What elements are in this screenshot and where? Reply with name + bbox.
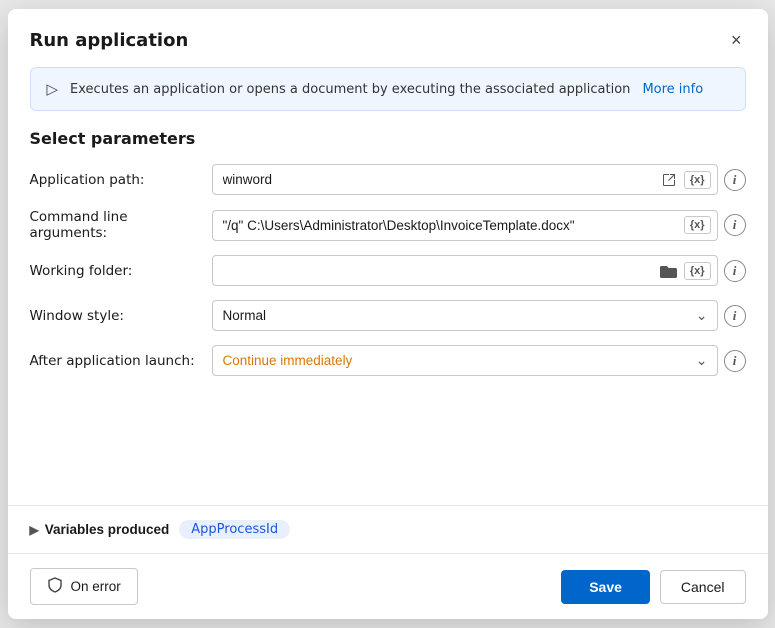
working-folder-icons: {x}: [655, 260, 717, 282]
window-style-label: Window style:: [30, 308, 200, 324]
more-info-link[interactable]: More info: [642, 82, 703, 97]
window-style-info-icon[interactable]: i: [724, 305, 746, 327]
working-folder-row: Working folder: {x} i: [30, 255, 746, 286]
cancel-button[interactable]: Cancel: [660, 570, 746, 604]
variables-label: Variables produced: [45, 522, 170, 537]
cmd-args-input-wrap: {x} i: [212, 210, 746, 241]
on-error-button[interactable]: On error: [30, 568, 138, 605]
window-style-select[interactable]: Normal Maximized Minimized Hidden: [212, 300, 718, 331]
variables-toggle-button[interactable]: ▶ Variables produced: [30, 522, 170, 537]
after-launch-input-wrap: Continue immediately Wait for applicatio…: [212, 345, 746, 376]
after-launch-info-icon[interactable]: i: [724, 350, 746, 372]
app-path-input-wrap: {x} i: [212, 164, 746, 195]
variables-row: ▶ Variables produced AppProcessId: [8, 505, 768, 553]
app-path-input-container: {x}: [212, 164, 718, 195]
after-launch-select-wrap: Continue immediately Wait for applicatio…: [212, 345, 718, 376]
cmd-args-info-icon[interactable]: i: [724, 214, 746, 236]
working-folder-input-wrap: {x} i: [212, 255, 746, 286]
close-button[interactable]: ×: [727, 27, 746, 53]
after-launch-label: After application launch:: [30, 353, 200, 369]
dialog-header: Run application ×: [8, 9, 768, 67]
after-launch-row: After application launch: Continue immed…: [30, 345, 746, 376]
app-process-id-badge: AppProcessId: [179, 520, 290, 539]
app-path-var-button[interactable]: {x}: [684, 171, 711, 189]
cmd-args-icons: {x}: [684, 216, 717, 234]
app-path-row: Application path: {x} i: [30, 164, 746, 195]
file-browse-button[interactable]: [656, 168, 682, 192]
run-application-dialog: Run application × ▷ Executes an applicat…: [8, 9, 768, 619]
after-launch-select[interactable]: Continue immediately Wait for applicatio…: [212, 345, 718, 376]
window-style-row: Window style: Normal Maximized Minimized…: [30, 300, 746, 331]
section-title: Select parameters: [8, 129, 768, 164]
working-folder-input-container: {x}: [212, 255, 718, 286]
parameters-area: Application path: {x} i: [8, 164, 768, 497]
banner-text: Executes an application or opens a docum…: [70, 82, 630, 97]
cmd-args-input[interactable]: [213, 211, 684, 240]
window-style-select-wrap: Normal Maximized Minimized Hidden ⌄: [212, 300, 718, 331]
shield-icon: [47, 577, 63, 596]
working-folder-var-button[interactable]: {x}: [684, 262, 711, 280]
info-banner: ▷ Executes an application or opens a doc…: [30, 67, 746, 111]
app-path-label: Application path:: [30, 172, 200, 188]
folder-browse-button[interactable]: [655, 260, 682, 282]
cmd-args-label: Command line arguments:: [30, 209, 200, 241]
save-button[interactable]: Save: [561, 570, 650, 604]
cmd-args-var-button[interactable]: {x}: [684, 216, 711, 234]
working-folder-info-icon[interactable]: i: [724, 260, 746, 282]
variables-chevron-icon: ▶: [30, 523, 39, 537]
on-error-label: On error: [71, 579, 121, 594]
cmd-args-row: Command line arguments: {x} i: [30, 209, 746, 241]
working-folder-label: Working folder:: [30, 263, 200, 279]
dialog-title: Run application: [30, 30, 189, 51]
working-folder-input[interactable]: [213, 256, 655, 285]
footer-right: Save Cancel: [561, 570, 745, 604]
app-path-info-icon[interactable]: i: [724, 169, 746, 191]
cmd-args-input-container: {x}: [212, 210, 718, 241]
app-path-icons: {x}: [656, 168, 717, 192]
window-style-input-wrap: Normal Maximized Minimized Hidden ⌄ i: [212, 300, 746, 331]
dialog-footer: On error Save Cancel: [8, 553, 768, 619]
play-icon: ▷: [47, 80, 59, 98]
app-path-input[interactable]: [213, 165, 656, 194]
